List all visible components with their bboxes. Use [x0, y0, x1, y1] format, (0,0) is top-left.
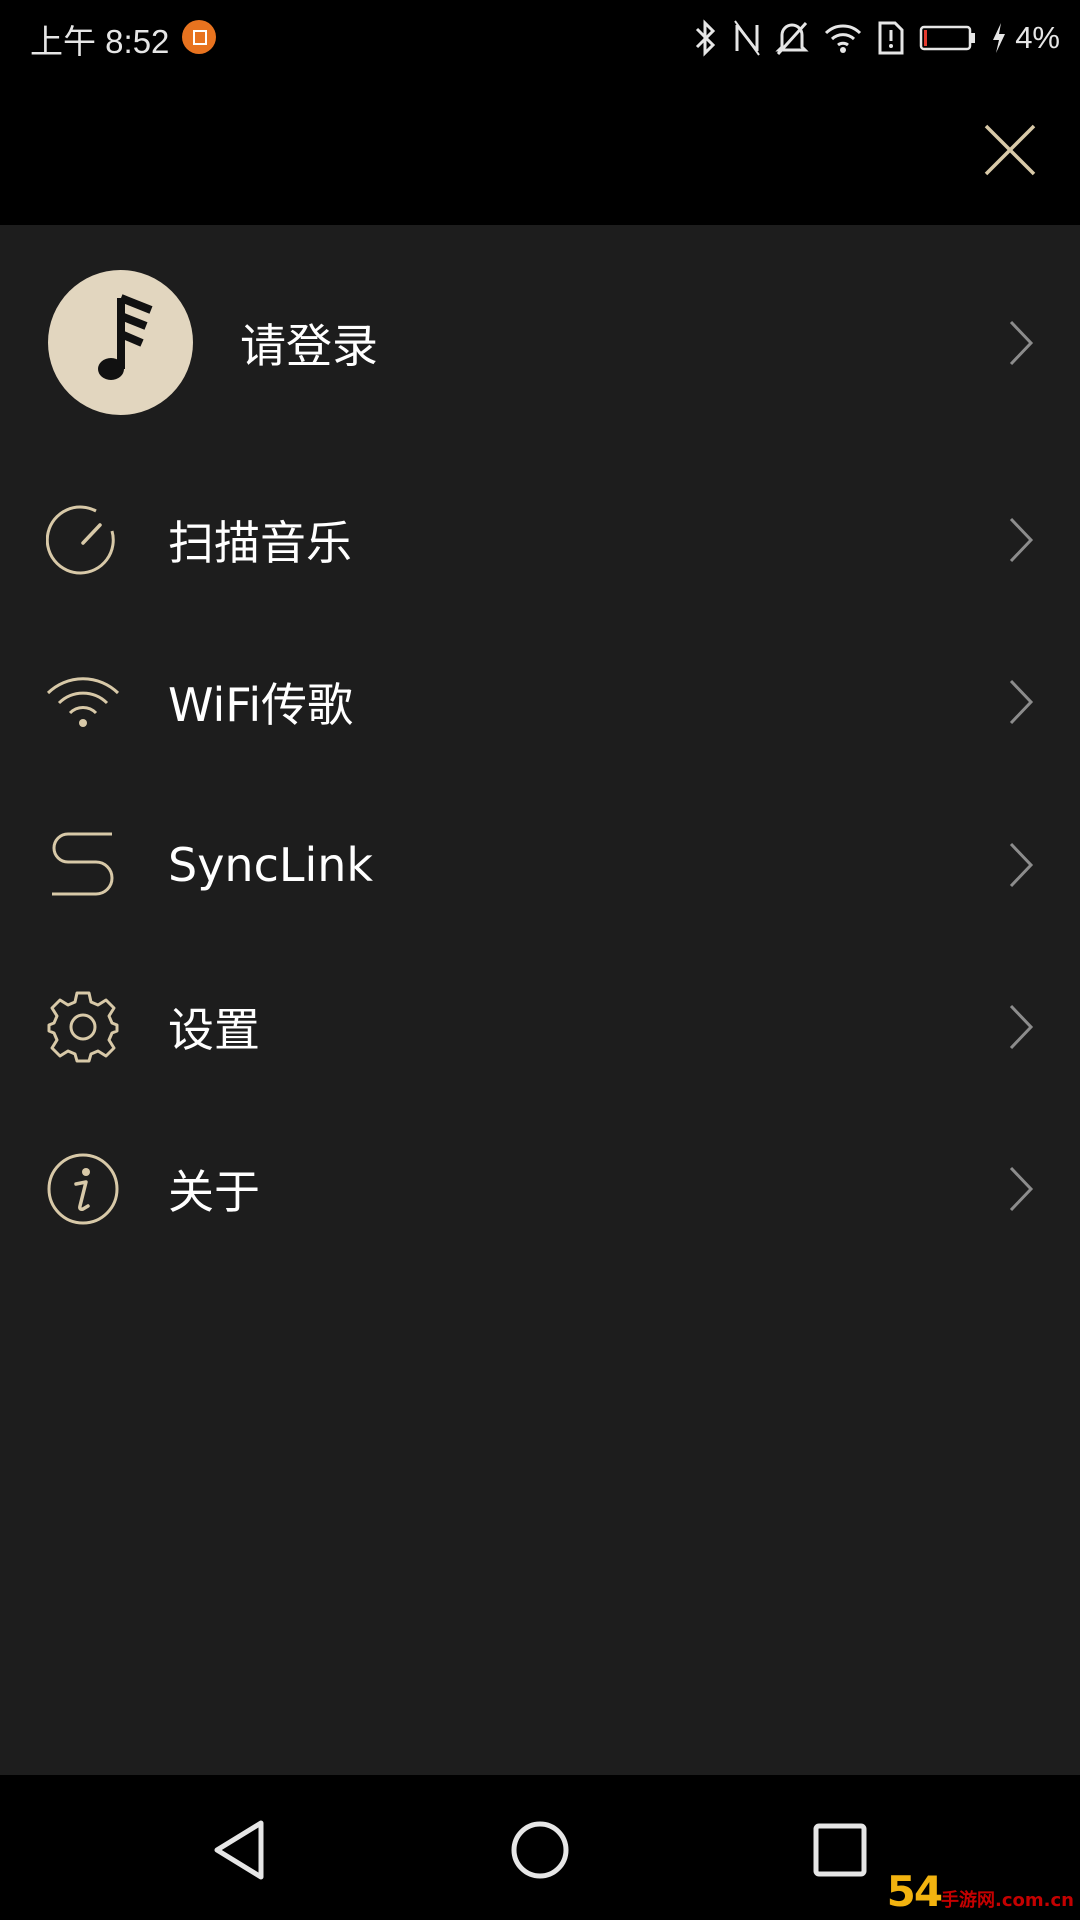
menu-item-settings[interactable]: 设置: [0, 972, 1080, 1082]
recents-icon[interactable]: [795, 1805, 885, 1895]
charging-icon: [993, 23, 1006, 53]
wifi-icon: [825, 24, 862, 53]
menu-item-label: 设置: [168, 1003, 260, 1057]
menu-item-label: 关于: [168, 1165, 260, 1219]
music-note-icon: [98, 294, 153, 380]
chevron-right-icon: [1009, 517, 1034, 563]
scan-gauge-icon: [46, 505, 115, 575]
chevron-right-icon: [1009, 842, 1034, 888]
wifi-icon: [46, 677, 120, 727]
bluetooth-icon: [696, 19, 716, 57]
back-icon[interactable]: [195, 1805, 285, 1895]
login-row[interactable]: 请登录: [0, 270, 1080, 415]
close-icon[interactable]: [980, 120, 1040, 180]
sim-alert-icon: [878, 21, 904, 55]
login-label: 请登录: [240, 318, 378, 373]
chevron-right-icon: [1009, 1004, 1034, 1050]
menu-item-wifi[interactable]: WiFi传歌: [0, 647, 1080, 757]
watermark-suffix: 手游网: [941, 1890, 996, 1911]
menu-item-scan[interactable]: 扫描音乐: [0, 485, 1080, 595]
notification-app-icon: [182, 20, 216, 54]
navigation-bar: 54手游网.com.cn: [0, 1775, 1080, 1920]
gear-icon: [47, 991, 119, 1063]
status-bar: 上午 8:52 4%: [0, 0, 1080, 75]
chevron-right-icon: [1009, 1166, 1034, 1212]
drawer-panel: 请登录 扫描音乐 WiFi传歌 SyncLink 设置 关于: [0, 225, 1080, 1775]
menu-item-synclink[interactable]: SyncLink: [0, 810, 1080, 920]
watermark-domain: .com.cn: [995, 1890, 1074, 1911]
chevron-right-icon: [1009, 679, 1034, 725]
chevron-right-icon: [1009, 320, 1034, 365]
battery-icon: [919, 25, 976, 51]
menu-item-about[interactable]: 关于: [0, 1134, 1080, 1244]
status-icons: 4%: [693, 18, 1060, 58]
home-icon[interactable]: [495, 1805, 585, 1895]
nfc-icon: [734, 20, 761, 56]
synclink-icon: [52, 832, 114, 896]
mute-icon: [775, 21, 809, 56]
drawer-header: [0, 75, 1080, 225]
watermark-main: 54: [886, 1867, 943, 1916]
status-time: 上午 8:52: [30, 23, 170, 60]
avatar[interactable]: [48, 270, 193, 415]
menu-item-label: 扫描音乐: [168, 516, 352, 570]
battery-percent: 4%: [1015, 20, 1060, 55]
info-icon: [47, 1153, 119, 1225]
menu-item-label: SyncLink: [168, 838, 374, 892]
watermark-logo: 54手游网.com.cn: [887, 1867, 1074, 1916]
menu-item-label: WiFi传歌: [168, 678, 354, 732]
